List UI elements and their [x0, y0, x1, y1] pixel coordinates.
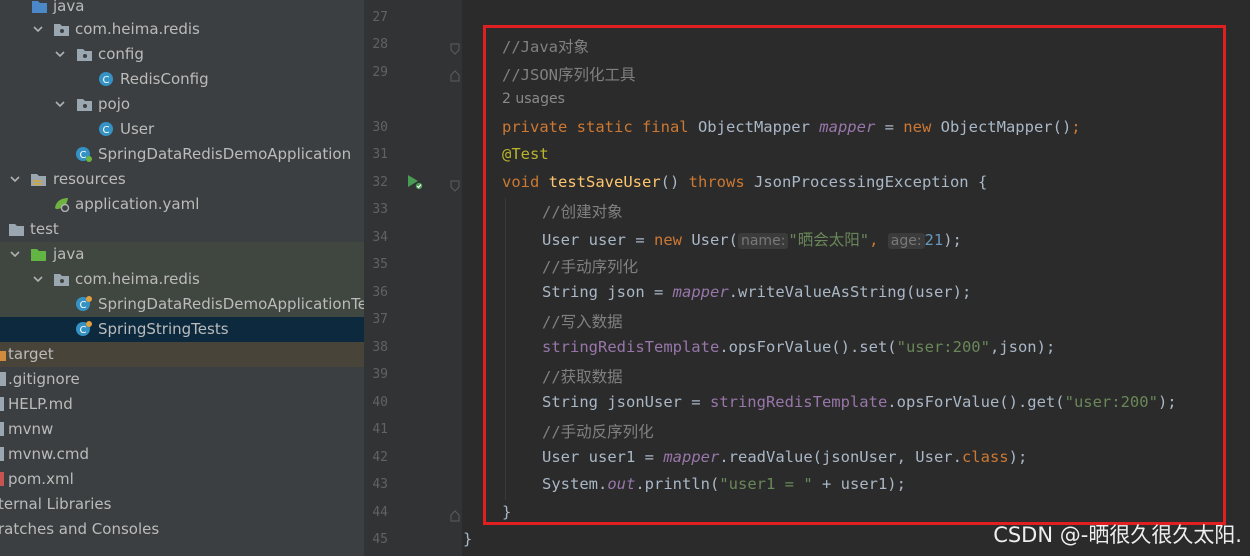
fold-marker-icon[interactable]	[450, 67, 460, 82]
chevron-down-icon[interactable]	[53, 47, 67, 61]
tree-item-pom-xml[interactable]: pom.xml	[0, 467, 364, 492]
tree-item-external-libraries[interactable]: ternal Libraries	[0, 492, 364, 517]
folder-icon	[0, 346, 7, 362]
line-number: 41	[372, 422, 388, 437]
spring-class-icon: C	[75, 146, 92, 162]
chevron-down-icon[interactable]	[31, 272, 45, 286]
tree-item-java-test[interactable]: java	[0, 242, 364, 267]
line-number: 31	[372, 147, 388, 162]
line-number: 42	[372, 450, 388, 465]
tree-item-target[interactable]: target	[0, 342, 364, 367]
run-test-icon[interactable]	[405, 173, 425, 191]
line-number: 36	[372, 285, 388, 300]
tree-item-spring-string-tests[interactable]: C SpringStringTests	[0, 317, 364, 342]
line-number: 35	[372, 257, 388, 272]
tree-item-resources[interactable]: resources	[0, 167, 364, 192]
tree-item-mvnw[interactable]: mvnw	[0, 417, 364, 442]
tree-item-pojo[interactable]: pojo	[0, 92, 364, 117]
line-number: 44	[372, 505, 388, 520]
package-icon	[53, 271, 70, 287]
editor-gutter	[364, 0, 462, 556]
tree-item-user[interactable]: C User	[0, 117, 364, 142]
tree-item-config[interactable]: config	[0, 42, 364, 67]
yaml-spring-icon	[53, 196, 70, 213]
line-number: 30	[372, 120, 388, 135]
resources-folder-icon	[30, 171, 47, 187]
folder-icon	[8, 221, 25, 237]
tree-item-app-tests[interactable]: C SpringDataRedisDemoApplicationTe	[0, 292, 364, 317]
maven-file-icon	[0, 471, 7, 487]
line-number: 37	[372, 312, 388, 327]
spring-class-icon: C	[75, 321, 92, 337]
file-icon	[0, 446, 7, 462]
project-tree-panel: java com.heima.redis config C RedisConfi…	[0, 0, 364, 556]
line-number: 45	[372, 532, 388, 547]
chevron-down-icon[interactable]	[8, 172, 22, 186]
line-number: 28	[372, 37, 388, 52]
fold-marker-icon[interactable]	[450, 40, 460, 55]
tree-item-mvnw-cmd[interactable]: mvnw.cmd	[0, 442, 364, 467]
line-number: 32	[372, 175, 388, 190]
folder-icon	[31, 0, 48, 14]
package-icon	[76, 46, 93, 62]
tree-item-app[interactable]: C SpringDataRedisDemoApplication	[0, 142, 364, 167]
line-number: 34	[372, 230, 388, 245]
file-icon	[0, 421, 7, 437]
tree-item-help-md[interactable]: HELP.md	[0, 392, 364, 417]
class-icon: C	[98, 71, 115, 87]
class-icon: C	[98, 121, 115, 137]
svg-text:C: C	[80, 150, 87, 161]
svg-text:C: C	[103, 75, 110, 86]
highlight-annotation-box	[483, 25, 1226, 525]
code-closing-brace: }	[463, 530, 473, 548]
line-number: 27	[372, 10, 388, 25]
line-number: 29	[372, 65, 388, 80]
fold-marker-icon[interactable]	[450, 507, 460, 522]
line-number: 40	[372, 395, 388, 410]
tree-item-application-yaml[interactable]: application.yaml	[0, 192, 364, 217]
line-number: 39	[372, 367, 388, 382]
package-icon	[53, 21, 70, 37]
tree-item-scratches[interactable]: ratches and Consoles	[0, 517, 364, 542]
fold-marker-icon[interactable]	[450, 177, 460, 192]
tree-item-test[interactable]: test	[0, 217, 364, 242]
tree-item-test-package[interactable]: com.heima.redis	[0, 267, 364, 292]
tree-item-gitignore[interactable]: .gitignore	[0, 367, 364, 392]
tree-item-package[interactable]: com.heima.redis	[0, 17, 364, 42]
package-icon	[76, 96, 93, 112]
spring-class-icon: C	[75, 296, 92, 312]
line-number: 43	[372, 477, 388, 492]
chevron-down-icon[interactable]	[53, 97, 67, 111]
test-folder-icon	[30, 246, 47, 262]
markdown-file-icon	[0, 396, 7, 412]
line-number: 38	[372, 340, 388, 355]
svg-text:C: C	[80, 325, 87, 336]
tree-item-redisconfig[interactable]: C RedisConfig	[0, 67, 364, 92]
svg-text:C: C	[80, 300, 87, 311]
chevron-down-icon[interactable]	[8, 247, 22, 261]
watermark: CSDN @-晒很久很久太阳.	[993, 523, 1242, 547]
line-number: 33	[372, 202, 388, 217]
svg-text:C: C	[103, 125, 110, 136]
chevron-down-icon[interactable]	[31, 22, 45, 36]
